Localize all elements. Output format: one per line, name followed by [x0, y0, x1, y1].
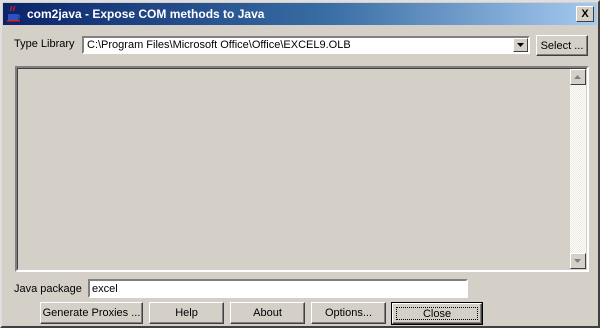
- chevron-down-icon[interactable]: [513, 38, 528, 52]
- type-library-label: Type Library: [14, 38, 75, 50]
- title-bar[interactable]: com2java - Expose COM methods to Java X: [3, 3, 597, 25]
- type-library-value: C:\Program Files\Microsoft Office\Office…: [87, 39, 351, 51]
- generate-proxies-label: Generate Proxies ...: [42, 307, 141, 319]
- listbox-content: [17, 68, 587, 270]
- about-label: About: [253, 307, 282, 319]
- java-cup-icon: [6, 5, 22, 22]
- java-package-input[interactable]: [88, 279, 468, 298]
- java-package-label: Java package: [14, 283, 82, 295]
- generate-proxies-button[interactable]: Generate Proxies ...: [40, 302, 143, 324]
- help-button[interactable]: Help: [149, 302, 224, 324]
- type-library-combobox[interactable]: C:\Program Files\Microsoft Office\Office…: [82, 36, 530, 54]
- select-button-label: Select ...: [540, 40, 584, 52]
- close-button[interactable]: Close: [391, 302, 483, 325]
- window-title: com2java - Expose COM methods to Java: [27, 7, 265, 21]
- options-label: Options...: [324, 307, 373, 319]
- select-button[interactable]: Select ...: [536, 35, 588, 56]
- scroll-down-arrow-icon[interactable]: [570, 253, 586, 269]
- focus-rectangle: [396, 307, 478, 320]
- main-window: com2java - Expose COM methods to Java X …: [0, 0, 600, 328]
- about-button[interactable]: About: [230, 302, 305, 324]
- help-label: Help: [175, 307, 198, 319]
- methods-listbox[interactable]: [15, 66, 589, 272]
- scroll-up-arrow-icon[interactable]: [570, 69, 586, 85]
- options-button[interactable]: Options...: [311, 302, 386, 324]
- vertical-scrollbar[interactable]: [570, 69, 586, 269]
- window-close-button[interactable]: X: [576, 6, 594, 22]
